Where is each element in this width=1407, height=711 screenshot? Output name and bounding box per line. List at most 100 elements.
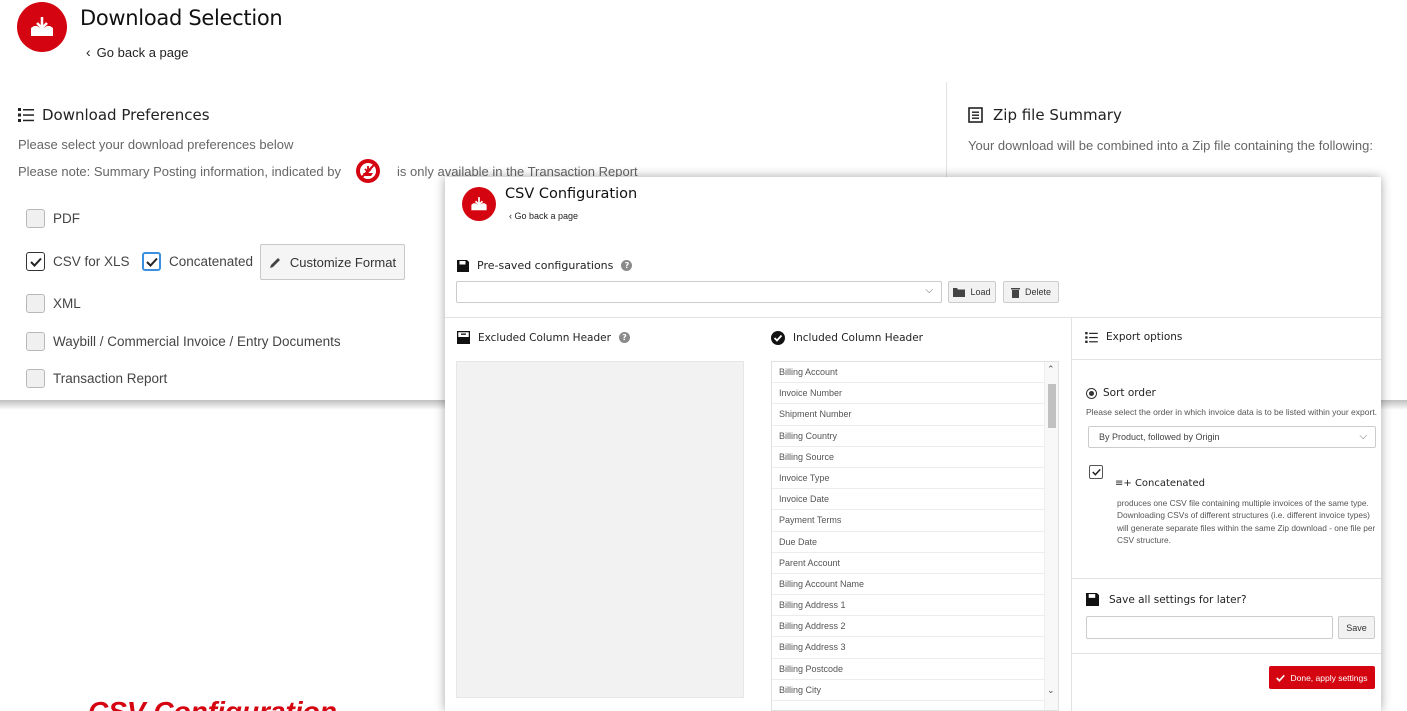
panel-title: CSV Configuration [505,186,638,202]
concatenate-icon: ≡+ [1115,478,1135,489]
section-divider [1072,359,1381,360]
download-preferences-title: Download Preferences [42,106,210,124]
list-item[interactable]: Billing City [772,680,1044,701]
floppy-disk-icon [1086,593,1099,606]
waybill-checkbox[interactable] [26,332,45,351]
load-button[interactable]: Load [948,281,996,303]
csv-label: CSV for XLS [53,254,130,269]
floppy-disk-icon [457,259,469,272]
list-item[interactable]: Billing Source [772,447,1044,468]
delete-button[interactable]: Delete [1003,281,1059,303]
list-item[interactable]: Payment Terms [772,510,1044,532]
sort-order-select[interactable]: By Product, followed by Origin ⌵ [1088,426,1376,448]
option-concatenated[interactable]: Concatenated [142,252,253,271]
zip-summary-title: Zip file Summary [993,106,1122,124]
trash-icon [1010,287,1020,298]
scrollbar-thumb[interactable] [1048,384,1056,428]
list-icon [18,108,34,122]
zip-summary-text: Your download will be combined into a Zi… [968,138,1373,153]
transaction-report-label: Transaction Report [53,371,168,386]
save-name-input[interactable] [1086,616,1333,639]
included-columns-list[interactable]: Billing Account Invoice Number Shipment … [771,361,1059,711]
concatenated-heading: ≡+ Concatenated [1115,478,1205,489]
concatenated-checkbox[interactable] [1089,465,1103,479]
zip-summary-heading: Zip file Summary [968,106,1122,124]
list-item[interactable]: Billing Account Name [772,574,1044,596]
list-item[interactable]: Billing Country [772,426,1044,447]
waybill-label: Waybill / Commercial Invoice / Entry Doc… [53,334,341,349]
concatenated-checkbox[interactable] [142,252,161,271]
customize-format-label: Customize Format [289,254,397,270]
list-item[interactable]: Billing Postcode [772,659,1044,680]
option-xml[interactable]: XML [26,294,81,313]
preferences-note-start: Please note: Summary Posting information… [18,163,342,179]
excluded-header-label: Excluded Column Header [478,331,611,344]
xml-checkbox[interactable] [26,294,45,313]
load-label: Load [970,287,991,297]
sort-order-radio[interactable] [1086,387,1097,399]
sort-order-value: By Product, followed by Origin [1099,432,1220,442]
help-icon[interactable]: ? [621,260,633,271]
included-header: Included Column Header [771,331,923,345]
page-title: Download Selection [80,6,283,30]
concatenated-label: Concatenated [169,254,254,269]
presaved-config-select[interactable]: ⌵ [456,281,942,303]
list-item[interactable]: Billing Address 2 [772,616,1044,638]
list-item[interactable]: Parent Account [772,553,1044,574]
chevron-down-icon: ⌵ [925,285,933,296]
save-settings-title: Save all settings for later? [1109,593,1247,606]
list-item[interactable]: Billing Address 1 [772,595,1044,617]
pdf-label: PDF [53,211,80,226]
list-item[interactable]: Due Date [772,532,1044,553]
sort-order-title: Sort order [1103,387,1156,399]
delete-label: Delete [1024,287,1051,297]
back-link-label: Go back a page [96,45,189,60]
option-pdf[interactable]: PDF [26,209,80,228]
scrollbar[interactable]: ⌃ ⌄ [1044,362,1058,710]
list-item[interactable]: Invoice Number [772,383,1044,405]
pdf-checkbox[interactable] [26,209,45,228]
presaved-label: Pre-saved configurations [477,259,614,272]
download-icon [17,2,67,52]
summary-posting-icon [355,158,381,184]
check-icon [1276,674,1286,682]
back-link[interactable]: ‹ Go back a page [86,44,188,60]
list-item[interactable]: Invoice Type [772,468,1044,490]
csv-checkbox[interactable] [26,252,45,271]
csv-configuration-panel: CSV Configuration ‹ Go back a page Pre-s… [445,177,1381,711]
concatenated-description: produces one CSV file containing multipl… [1117,498,1376,545]
scroll-up-icon[interactable]: ⌃ [1047,364,1055,375]
list-item[interactable]: Invoice Date [772,489,1044,511]
help-icon[interactable]: ? [618,332,630,343]
list-item[interactable]: Shipment Number [772,404,1044,426]
list-item[interactable]: Billing Address 3 [772,637,1044,659]
save-button[interactable]: Save [1338,616,1375,639]
done-apply-settings-button[interactable]: Done, apply settings [1269,666,1375,689]
export-options-heading: Export options [1085,331,1182,343]
preferences-instruction: Please select your download preferences … [18,137,294,152]
sort-order-description: Please select the order in which invoice… [1086,407,1378,417]
column-divider [1071,317,1072,711]
option-csv[interactable]: CSV for XLS [26,252,130,271]
option-transaction-report[interactable]: Transaction Report [26,369,167,388]
transaction-report-checkbox[interactable] [26,369,45,388]
presaved-heading: Pre-saved configurations ? [457,259,633,272]
download-preferences-heading: Download Preferences [18,106,210,124]
xml-label: XML [53,296,81,311]
export-options-title: Export options [1106,331,1183,343]
scroll-down-icon[interactable]: ⌄ [1047,685,1055,696]
archive-icon [457,331,470,344]
panel-back-link[interactable]: ‹ Go back a page [509,211,578,221]
excluded-columns-list[interactable] [456,361,744,698]
check-circle-icon [771,331,785,345]
save-settings-heading: Save all settings for later? [1086,593,1247,606]
option-waybill[interactable]: Waybill / Commercial Invoice / Entry Doc… [26,332,341,351]
folder-icon [953,287,966,297]
section-divider [1072,578,1381,579]
list-item[interactable]: Billing Account [772,362,1044,384]
pencil-icon [269,257,280,268]
section-divider [445,317,1381,318]
excluded-header: Excluded Column Header ? [457,331,630,344]
section-divider [1072,653,1381,654]
customize-format-button[interactable]: Customize Format [260,244,405,280]
